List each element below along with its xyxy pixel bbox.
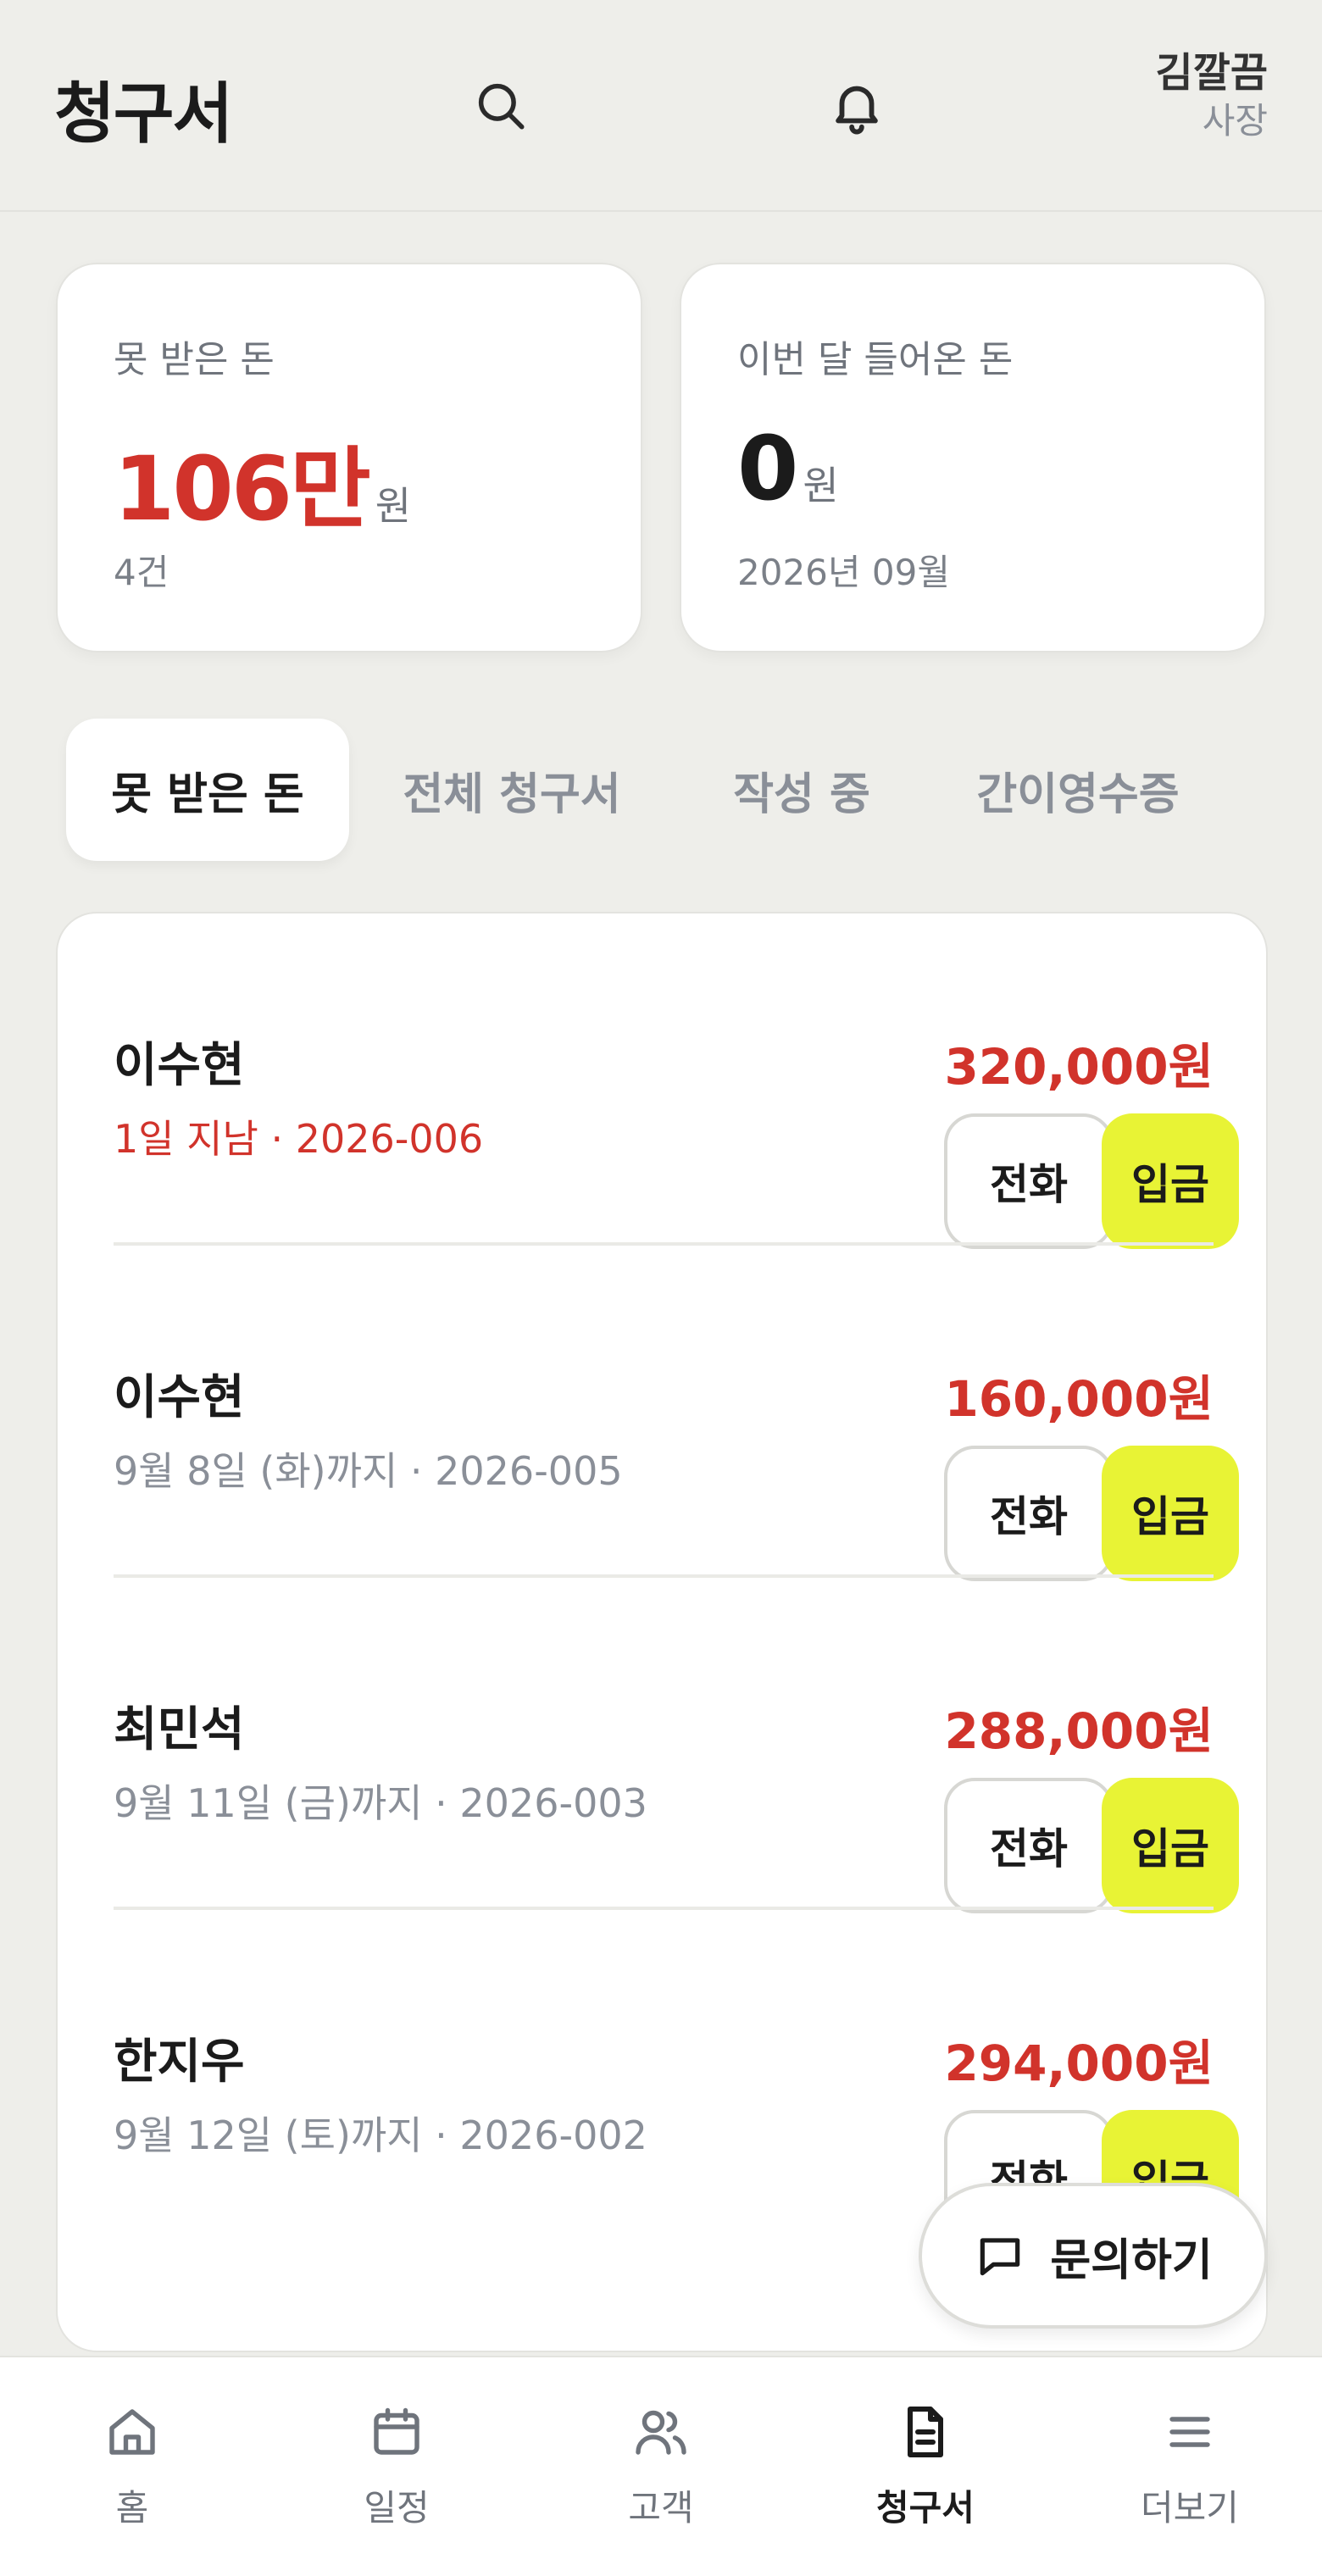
call-button[interactable]: 전화 xyxy=(944,1446,1114,1581)
tab-unpaid[interactable]: 못 받은 돈 xyxy=(66,719,349,861)
page-title: 청구서 xyxy=(54,76,233,153)
invoice-amount: 160,000원 xyxy=(944,1370,1214,1428)
nav-item-schedule[interactable]: 일정 xyxy=(264,2357,529,2576)
income-amount: 0 원 xyxy=(737,417,839,520)
customer-name: 이수현 xyxy=(114,1370,245,1425)
invoice-amount: 288,000원 xyxy=(944,1702,1214,1760)
invoice-tabs: 못 받은 돈 전체 청구서 작성 중 간이영수증 xyxy=(66,719,1269,861)
calendar-icon xyxy=(366,2396,427,2468)
user-role: 사장 xyxy=(1202,99,1268,142)
nav-label: 더보기 xyxy=(1141,2487,1239,2529)
list-item[interactable]: 최민석 9월 11일 (금)까지 · 2026-003 288,000원 전화 … xyxy=(58,1578,1266,1913)
list-item[interactable]: 이수현 1일 지남 · 2026-006 320,000원 전화 입금 xyxy=(58,913,1266,1249)
search-button[interactable] xyxy=(454,59,547,153)
user-profile[interactable]: 김깔끔 사장 xyxy=(1156,49,1268,144)
bell-icon xyxy=(836,86,878,135)
deposit-button[interactable]: 입금 xyxy=(1102,1778,1239,1913)
tab-simple-receipts[interactable]: 간이영수증 xyxy=(929,719,1227,861)
unpaid-amount-value: 106만 xyxy=(114,437,371,541)
customer-name: 이수현 xyxy=(114,1038,245,1093)
document-icon xyxy=(895,2396,956,2468)
nav-item-more[interactable]: 더보기 xyxy=(1058,2357,1322,2576)
unpaid-count: 4건 xyxy=(114,552,169,593)
invoice-meta: 9월 8일 (화)까지 · 2026-005 xyxy=(114,1448,623,1494)
deposit-button[interactable]: 입금 xyxy=(1102,1446,1239,1581)
unpaid-amount-unit: 원 xyxy=(375,483,412,529)
inquiry-button[interactable]: 문의하기 xyxy=(919,2183,1268,2329)
nav-label: 고객 xyxy=(628,2487,694,2529)
invoice-meta: 9월 11일 (금)까지 · 2026-003 xyxy=(114,1780,647,1826)
customer-name: 한지우 xyxy=(114,2035,245,2090)
bottom-nav: 홈 일정 고객 청구서 더보기 xyxy=(0,2356,1322,2576)
income-period: 2026년 09월 xyxy=(737,552,950,593)
nav-item-invoices[interactable]: 청구서 xyxy=(793,2357,1058,2576)
unpaid-summary-card[interactable]: 못 받은 돈 106만 원 4건 xyxy=(56,263,642,652)
customer-name: 최민석 xyxy=(114,1702,245,1757)
menu-icon xyxy=(1159,2396,1220,2468)
users-icon xyxy=(630,2396,692,2468)
inquiry-label: 문의하기 xyxy=(1050,2235,1213,2286)
invoice-amount: 320,000원 xyxy=(944,1038,1214,1096)
top-header: 청구서 김깔끔 사장 xyxy=(0,0,1322,212)
nav-item-customers[interactable]: 고객 xyxy=(529,2357,793,2576)
invoice-amount: 294,000원 xyxy=(944,2035,1214,2092)
income-label: 이번 달 들어온 돈 xyxy=(737,338,1014,381)
invoice-meta: 1일 지남 · 2026-006 xyxy=(114,1116,484,1162)
nav-item-home[interactable]: 홈 xyxy=(0,2357,264,2576)
income-amount-value: 0 xyxy=(737,417,798,520)
income-summary-card[interactable]: 이번 달 들어온 돈 0 원 2026년 09월 xyxy=(680,263,1266,652)
nav-label: 청구서 xyxy=(876,2487,975,2529)
call-button[interactable]: 전화 xyxy=(944,1778,1114,1913)
invoice-meta: 9월 12일 (토)까지 · 2026-002 xyxy=(114,2112,647,2158)
home-icon xyxy=(102,2396,163,2468)
unpaid-amount: 106만 원 xyxy=(114,417,411,545)
user-name: 김깔끔 xyxy=(1155,49,1268,97)
search-icon xyxy=(478,83,525,130)
chat-bubble-icon xyxy=(974,2229,1026,2282)
nav-label: 홈 xyxy=(115,2487,149,2529)
invoice-list: 이수현 1일 지남 · 2026-006 320,000원 전화 입금 이수현 … xyxy=(56,912,1268,2352)
notification-button[interactable] xyxy=(810,59,903,153)
list-item[interactable]: 이수현 9월 8일 (화)까지 · 2026-005 160,000원 전화 입… xyxy=(58,1246,1266,1581)
unpaid-label: 못 받은 돈 xyxy=(114,338,275,381)
income-amount-unit: 원 xyxy=(803,463,839,508)
call-button[interactable]: 전화 xyxy=(944,1113,1114,1249)
tab-all-invoices[interactable]: 전체 청구서 xyxy=(349,719,675,861)
nav-label: 일정 xyxy=(364,2487,430,2529)
tab-drafts[interactable]: 작성 중 xyxy=(675,719,929,861)
deposit-button[interactable]: 입금 xyxy=(1102,1113,1239,1249)
